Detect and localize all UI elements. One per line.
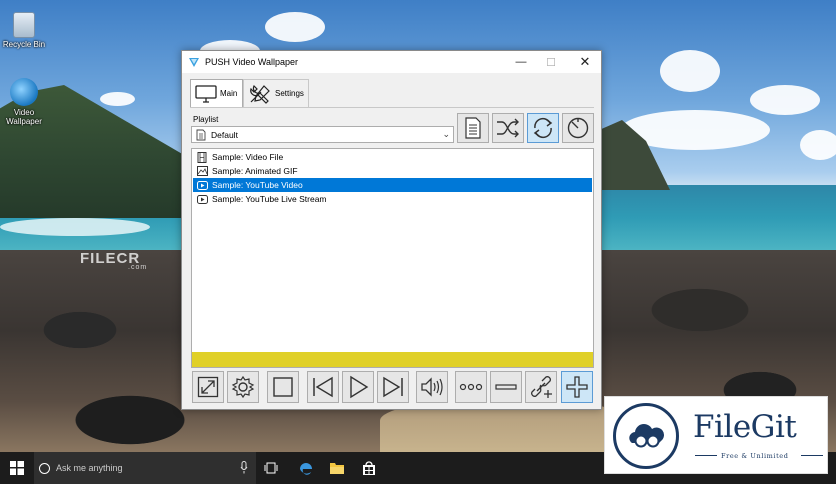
volume-icon [421, 377, 443, 397]
loop-button[interactable] [527, 113, 559, 143]
cloud [800, 130, 836, 160]
desktop-icon-label: Recycle Bin [2, 40, 46, 49]
tab-label: Settings [275, 89, 304, 98]
title-bar[interactable]: PUSH Video Wallpaper — ☐ ✕ [182, 51, 601, 73]
stop-button[interactable] [267, 371, 299, 403]
playlist-items[interactable]: Sample: Video File Sample: Animated GIF … [191, 148, 594, 368]
playlist-selected-value: Default [211, 129, 238, 140]
monitor-icon [195, 84, 217, 103]
loop-icon [533, 117, 553, 139]
timer-icon [567, 117, 589, 139]
desktop-icon-video-wallpaper[interactable]: Video Wallpaper [0, 78, 48, 126]
tab-settings[interactable]: Settings [243, 79, 309, 107]
cortana-icon [39, 462, 50, 474]
search-placeholder: Ask me anything [56, 463, 123, 473]
shuffle-icon [497, 118, 519, 138]
add-url-icon [531, 376, 552, 398]
file-explorer-icon[interactable] [328, 459, 346, 477]
playlist-label: Playlist [193, 115, 219, 124]
windows-icon [10, 461, 24, 475]
taskbar-search[interactable]: Ask me anything [34, 452, 256, 484]
list-item[interactable]: Sample: Video File [193, 150, 592, 164]
list-item-label: Sample: Animated GIF [212, 166, 298, 176]
chevron-down-icon: ⌄ [442, 129, 450, 139]
settings-icon [231, 375, 255, 399]
tools-icon [250, 84, 270, 104]
task-view-icon[interactable] [262, 459, 280, 477]
watermark-sub: .com [128, 264, 148, 271]
filegit-tagline: Free & Unlimited [721, 452, 789, 460]
stop-icon [273, 377, 293, 397]
desktop-icon-label: Video Wallpaper [6, 108, 42, 126]
recycle-bin-icon [13, 12, 35, 38]
film-icon [196, 151, 208, 163]
app-logo-icon [189, 58, 199, 67]
youtube-icon [196, 180, 208, 191]
cloud [750, 85, 820, 115]
watermark: FILECR .com [80, 250, 147, 271]
list-item-label: Sample: YouTube Live Stream [212, 194, 327, 204]
remove-button[interactable] [490, 371, 522, 403]
fullscreen-button[interactable] [192, 371, 224, 403]
document-icon [196, 129, 206, 140]
divider [801, 455, 823, 456]
desktop-icon-recycle-bin[interactable]: Recycle Bin [0, 12, 48, 49]
volume-button[interactable] [416, 371, 448, 403]
youtube-icon [196, 194, 208, 205]
window-title: PUSH Video Wallpaper [205, 57, 299, 67]
list-item[interactable]: Sample: YouTube Video [193, 178, 592, 192]
video-wallpaper-icon [10, 78, 38, 106]
tab-strip: Main Settings [190, 79, 309, 107]
maximize-button[interactable]: ☐ [534, 51, 568, 73]
more-icon [459, 383, 483, 391]
filegit-badge: FileGit Free & Unlimited [604, 396, 828, 474]
timer-button[interactable] [562, 113, 594, 143]
wave [0, 218, 150, 236]
add-icon [566, 376, 588, 398]
more-button[interactable] [455, 371, 487, 403]
play-icon [350, 375, 369, 399]
close-button[interactable]: ✕ [568, 51, 602, 73]
filegit-logo-icon [613, 403, 679, 469]
playlist-edit-icon [465, 117, 481, 139]
progress-bar[interactable] [192, 352, 593, 367]
filegit-name: FileGit [693, 409, 797, 445]
app-window: PUSH Video Wallpaper — ☐ ✕ Main Settings… [181, 50, 602, 410]
cloud [265, 12, 325, 42]
store-icon[interactable] [360, 459, 378, 477]
next-icon [383, 376, 403, 398]
previous-button[interactable] [307, 371, 339, 403]
tab-main[interactable]: Main [190, 79, 243, 107]
remove-icon [495, 384, 517, 390]
edge-icon[interactable] [297, 459, 315, 477]
cloud [100, 92, 135, 106]
tab-label: Main [220, 89, 238, 98]
shuffle-button[interactable] [492, 113, 524, 143]
previous-icon [313, 376, 333, 398]
settings-button[interactable] [227, 371, 259, 403]
start-button[interactable] [0, 452, 34, 484]
image-icon [196, 166, 208, 177]
list-item-label: Sample: YouTube Video [212, 180, 303, 190]
fullscreen-icon [197, 376, 219, 398]
add-button[interactable] [561, 371, 593, 403]
microphone-icon[interactable] [240, 461, 248, 474]
list-item[interactable]: Sample: YouTube Live Stream [193, 192, 592, 206]
playlist-edit-button[interactable] [457, 113, 489, 143]
minimize-button[interactable]: — [504, 51, 538, 73]
add-url-button[interactable] [525, 371, 557, 403]
list-item[interactable]: Sample: Animated GIF [193, 164, 592, 178]
tab-divider [190, 107, 594, 108]
list-item-label: Sample: Video File [212, 152, 284, 162]
cloud [660, 50, 720, 92]
divider [695, 455, 717, 456]
play-button[interactable] [342, 371, 374, 403]
playlist-select[interactable]: Default ⌄ [191, 126, 454, 143]
next-button[interactable] [377, 371, 409, 403]
